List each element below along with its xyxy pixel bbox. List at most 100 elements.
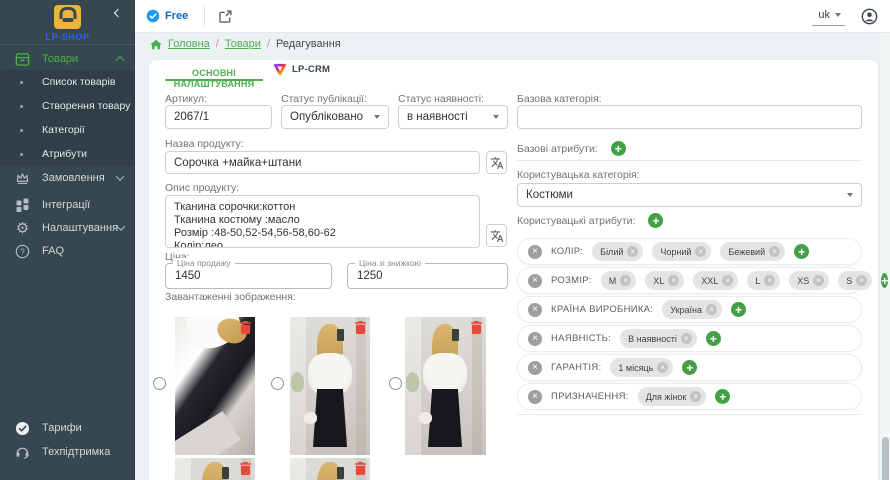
sidebar-item-faq[interactable]: ? FAQ bbox=[0, 239, 135, 263]
sidebar-item-products[interactable]: Товари bbox=[0, 47, 135, 71]
attribute-name: ПРИЗНАЧЕННЯ: bbox=[551, 391, 629, 402]
remove-attribute-button[interactable]: × bbox=[528, 361, 542, 375]
delete-image-button[interactable] bbox=[355, 321, 366, 334]
chevron-down-icon bbox=[117, 172, 123, 184]
chevron-left-icon bbox=[114, 9, 122, 17]
custom-category-select[interactable]: Костюми bbox=[517, 183, 862, 207]
add-value-button[interactable]: + bbox=[706, 331, 721, 346]
sidebar-item-support[interactable]: Техпідтримка bbox=[0, 440, 135, 464]
remove-attribute-button[interactable]: × bbox=[528, 274, 542, 288]
add-value-button[interactable]: + bbox=[794, 244, 809, 259]
price-sell-label: Ціна продажу bbox=[173, 258, 235, 268]
remove-value-icon[interactable]: × bbox=[706, 304, 717, 315]
delete-image-button[interactable] bbox=[240, 462, 251, 475]
remove-attribute-button[interactable]: × bbox=[528, 332, 542, 346]
price-sell-input[interactable]: Ціна продажу 1450 bbox=[165, 263, 332, 289]
sidebar-item-integrations[interactable]: Інтеграції bbox=[0, 193, 135, 217]
breadcrumb-separator: / bbox=[267, 38, 270, 50]
add-value-button[interactable]: + bbox=[715, 389, 730, 404]
image-radio-3[interactable] bbox=[389, 377, 402, 390]
base-category-label: Базова категорія: bbox=[517, 93, 602, 105]
breadcrumb-products-link[interactable]: Товари bbox=[225, 38, 261, 50]
attribute-row-color: × КОЛІР: Білий× Чорний× Бежевий× + bbox=[517, 238, 862, 265]
add-value-button[interactable]: + bbox=[881, 273, 888, 288]
base-category-input[interactable] bbox=[517, 105, 862, 129]
sidebar-subitem-attributes[interactable]: Атрибути bbox=[0, 142, 135, 166]
attribute-name: КРАЇНА ВИРОБНИКА: bbox=[551, 304, 653, 315]
sidebar-item-tariffs[interactable]: Тарифи bbox=[0, 416, 135, 440]
attribute-name: ГАРАНТІЯ: bbox=[551, 362, 601, 373]
stock-status-select[interactable]: в наявності bbox=[398, 105, 508, 129]
language-select[interactable]: uk bbox=[812, 7, 845, 26]
remove-value-icon[interactable]: × bbox=[695, 246, 706, 257]
remove-attribute-button[interactable]: × bbox=[528, 390, 542, 404]
translate-name-button[interactable] bbox=[486, 151, 507, 174]
tab-lp-crm[interactable]: LP-CRM bbox=[273, 63, 330, 76]
remove-value-icon[interactable]: × bbox=[657, 362, 668, 373]
breadcrumb-home-link[interactable]: Головна bbox=[168, 38, 210, 50]
lp-crm-triangle-icon bbox=[273, 63, 287, 76]
open-shop-button[interactable] bbox=[219, 10, 232, 23]
image-radio-1[interactable] bbox=[153, 377, 166, 390]
plan-badge-label: Free bbox=[165, 10, 188, 22]
add-custom-attribute-button[interactable]: + bbox=[648, 213, 663, 228]
remove-value-icon[interactable]: × bbox=[764, 275, 775, 286]
product-image-2[interactable] bbox=[290, 317, 370, 455]
add-base-attribute-button[interactable]: + bbox=[611, 141, 626, 156]
photo-detail bbox=[304, 412, 317, 424]
subitem-label: Створення товару bbox=[42, 100, 130, 112]
image-radio-2[interactable] bbox=[271, 377, 284, 390]
help-circle-icon: ? bbox=[14, 244, 31, 259]
account-menu-button[interactable] bbox=[861, 8, 878, 25]
remove-value-icon[interactable]: × bbox=[722, 275, 733, 286]
remove-value-icon[interactable]: × bbox=[668, 275, 679, 286]
product-name-input[interactable]: Сорочка +майка+штани bbox=[165, 151, 480, 174]
publish-status-select[interactable]: Опубліковано bbox=[281, 105, 389, 129]
remove-value-icon[interactable]: × bbox=[856, 275, 867, 286]
add-value-button[interactable]: + bbox=[682, 360, 697, 375]
remove-attribute-button[interactable]: × bbox=[528, 303, 542, 317]
sidebar: LP-SHOP Товари Список товарів Створення … bbox=[0, 0, 135, 480]
sidebar-subitem-create-product[interactable]: Створення товару bbox=[0, 94, 135, 118]
remove-value-icon[interactable]: × bbox=[627, 246, 638, 257]
images-label: Завантаженні зображення: bbox=[165, 291, 296, 303]
attribute-value: Для жінок bbox=[646, 392, 687, 402]
photo-detail bbox=[175, 411, 241, 455]
attribute-value: Україна bbox=[670, 305, 702, 315]
attribute-value-pill: L× bbox=[747, 271, 780, 290]
sidebar-subitem-categories[interactable]: Категорії bbox=[0, 118, 135, 142]
home-icon[interactable] bbox=[150, 39, 162, 50]
attribute-row-purpose: × ПРИЗНАЧЕННЯ: Для жінок× + bbox=[517, 383, 862, 410]
remove-value-icon[interactable]: × bbox=[620, 275, 631, 286]
remove-value-icon[interactable]: × bbox=[681, 333, 692, 344]
sku-value: 2067/1 bbox=[174, 111, 209, 123]
sidebar-item-settings[interactable]: ⚙ Налаштування bbox=[0, 216, 135, 240]
add-value-button[interactable]: + bbox=[731, 302, 746, 317]
remove-value-icon[interactable]: × bbox=[813, 275, 824, 286]
product-image-5[interactable] bbox=[290, 458, 370, 480]
sidebar-item-orders[interactable]: Замовлення bbox=[0, 166, 135, 190]
product-image-1[interactable] bbox=[175, 317, 255, 455]
sidebar-subitem-product-list[interactable]: Список товарів bbox=[0, 70, 135, 94]
price-discount-input[interactable]: Ціна зі знижкою 1250 bbox=[347, 263, 508, 289]
delete-image-button[interactable] bbox=[355, 462, 366, 475]
topbar-right: uk bbox=[812, 7, 878, 26]
page-scrollbar[interactable] bbox=[880, 0, 890, 480]
delete-image-button[interactable] bbox=[471, 321, 482, 334]
remove-value-icon[interactable]: × bbox=[769, 246, 780, 257]
remove-attribute-button[interactable]: × bbox=[528, 245, 542, 259]
publish-status-label: Статус публікації: bbox=[281, 93, 367, 105]
product-image-3[interactable] bbox=[405, 317, 486, 455]
translate-icon bbox=[490, 156, 504, 170]
scrollbar-thumb[interactable] bbox=[882, 437, 889, 480]
remove-value-icon[interactable]: × bbox=[690, 391, 701, 402]
sidebar-collapse-button[interactable] bbox=[111, 6, 125, 20]
product-image-4[interactable] bbox=[175, 458, 255, 480]
tab-main-settings[interactable]: ОСНОВНІ НАЛАШТУВАННЯ bbox=[165, 66, 263, 90]
sku-input[interactable]: 2067/1 bbox=[165, 105, 272, 129]
description-textarea[interactable]: Тканина сорочки:коттон Тканина костюму :… bbox=[165, 195, 480, 248]
translate-description-button[interactable] bbox=[486, 224, 507, 247]
attribute-value: M bbox=[609, 276, 617, 286]
plan-badge[interactable]: Free bbox=[146, 9, 188, 23]
delete-image-button[interactable] bbox=[240, 321, 251, 334]
